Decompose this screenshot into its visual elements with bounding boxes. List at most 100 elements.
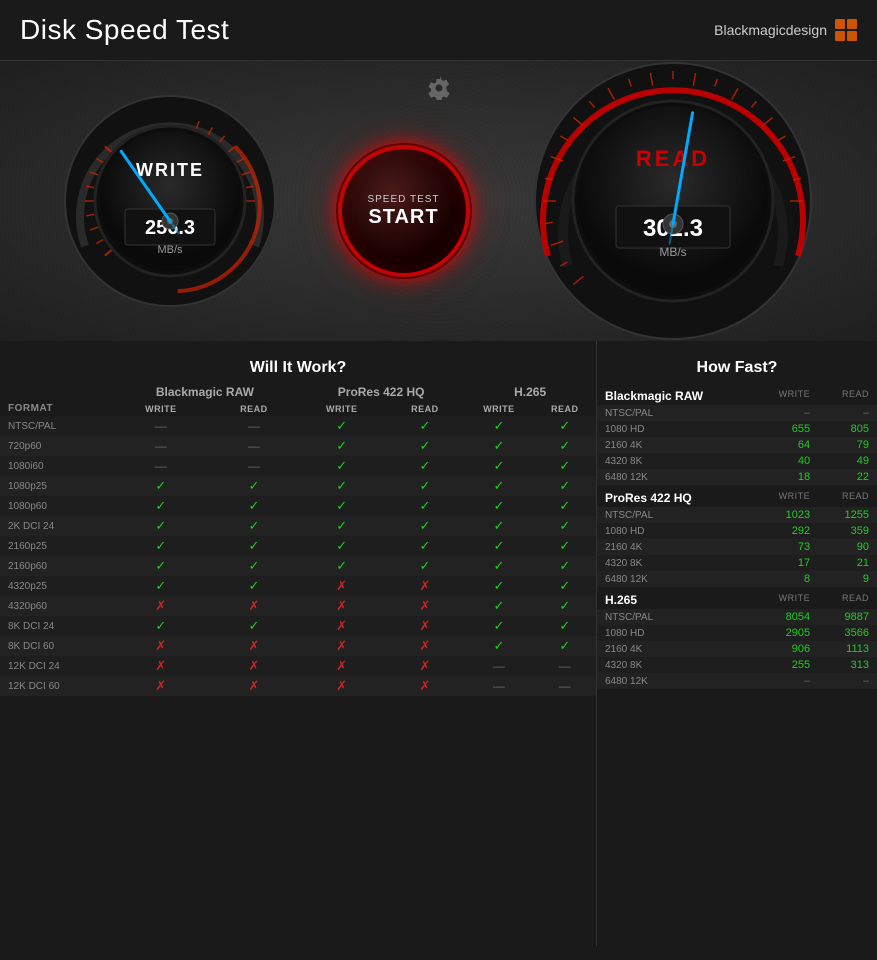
table-row: 2160p60✓✓✓✓✓✓: [0, 556, 596, 576]
app-header: Disk Speed Test Blackmagicdesign: [0, 0, 877, 61]
compat-cell: ✓: [386, 456, 465, 476]
compat-cell: ✓: [386, 556, 465, 576]
speed-write-cell: –: [753, 673, 818, 689]
compat-cell: ✓: [464, 516, 533, 536]
format-cell: 8K DCI 60: [0, 636, 112, 656]
speed-write-cell: 8: [753, 571, 818, 587]
speed-read-cell: –: [818, 405, 877, 421]
speed-group-label: Blackmagic RAW: [597, 383, 753, 405]
compat-cell: ✓: [534, 616, 596, 636]
format-cell: 720p60: [0, 436, 112, 456]
check-icon: ✓: [559, 638, 570, 653]
compat-cell: ✓: [298, 416, 386, 436]
cross-icon: ✗: [248, 638, 259, 653]
check-icon: ✓: [559, 418, 570, 433]
read-gauge: READ 302.3 MB/s: [528, 56, 818, 346]
compat-cell: ✓: [298, 556, 386, 576]
check-icon: ✓: [155, 558, 166, 573]
compat-cell: ✓: [112, 476, 210, 496]
check-icon: ✓: [493, 498, 504, 513]
compat-cell: ✓: [464, 456, 533, 476]
settings-icon[interactable]: [427, 76, 451, 106]
check-icon: ✓: [559, 598, 570, 613]
check-icon: ✓: [248, 578, 259, 593]
prores-write-header: WRITE: [298, 401, 386, 416]
brand-square-tr: [847, 19, 857, 29]
check-icon: ✓: [155, 518, 166, 533]
compat-cell: ✓: [210, 516, 298, 536]
check-icon: ✓: [336, 478, 347, 493]
compat-cell: —: [210, 436, 298, 456]
speed-test-label-line2: START: [368, 206, 438, 229]
speed-data-row: NTSC/PAL10231255: [597, 507, 877, 523]
table-row: 4320p25✓✓✗✗✓✓: [0, 576, 596, 596]
compat-cell: —: [534, 656, 596, 676]
speed-data-row: 6480 12K––: [597, 673, 877, 689]
speed-write-cell: 40: [753, 453, 818, 469]
compat-cell: ✓: [464, 536, 533, 556]
check-icon: ✓: [248, 538, 259, 553]
table-row: 720p60——✓✓✓✓: [0, 436, 596, 456]
h265-write-header: WRITE: [464, 401, 533, 416]
how-fast-title: How Fast?: [597, 351, 877, 383]
read-gauge-svg: READ 302.3 MB/s: [528, 56, 818, 346]
compat-cell: ✓: [534, 436, 596, 456]
check-icon: ✓: [493, 478, 504, 493]
check-icon: ✓: [336, 418, 347, 433]
check-icon: ✓: [493, 578, 504, 593]
cross-icon: ✗: [336, 638, 347, 653]
dash-icon: —: [248, 419, 260, 433]
compat-cell: ✓: [534, 596, 596, 616]
speed-read-header: READ: [818, 485, 877, 507]
check-icon: ✓: [493, 598, 504, 613]
compat-cell: ✓: [534, 556, 596, 576]
speed-format-cell: 2160 4K: [597, 641, 753, 657]
compat-cell: ✗: [112, 596, 210, 616]
compat-cell: ✓: [112, 496, 210, 516]
compat-cell: —: [464, 656, 533, 676]
speed-write-cell: –: [753, 405, 818, 421]
compat-cell: ✓: [386, 416, 465, 436]
speed-test-start-button[interactable]: SPEED TEST START: [339, 146, 469, 276]
compat-cell: ✓: [534, 516, 596, 536]
cross-icon: ✗: [155, 658, 166, 673]
compat-cell: ✓: [210, 496, 298, 516]
speed-read-cell: –: [818, 673, 877, 689]
speed-read-header: READ: [818, 587, 877, 609]
cross-icon: ✗: [419, 598, 430, 613]
check-icon: ✓: [559, 438, 570, 453]
write-gauge: WRITE 256.3 MB/s: [60, 91, 280, 311]
data-section: Will It Work? Blackmagic RAW ProRes 422 …: [0, 341, 877, 946]
dash-icon: —: [493, 679, 505, 693]
compat-cell: ✓: [112, 536, 210, 556]
compat-cell: ✓: [210, 476, 298, 496]
dash-icon: —: [155, 439, 167, 453]
speed-data-row: 2160 4K9061113: [597, 641, 877, 657]
compat-cell: —: [210, 456, 298, 476]
format-cell: 2K DCI 24: [0, 516, 112, 536]
brand-square-br: [847, 31, 857, 41]
check-icon: ✓: [493, 418, 504, 433]
prores-header: ProRes 422 HQ: [298, 383, 464, 401]
brand-name: Blackmagicdesign: [714, 22, 827, 38]
speed-format-cell: 6480 12K: [597, 469, 753, 485]
check-icon: ✓: [559, 518, 570, 533]
compat-cell: —: [534, 676, 596, 696]
speed-data-row: 1080 HD29053566: [597, 625, 877, 641]
speed-write-cell: 73: [753, 539, 818, 555]
compat-table-body: NTSC/PAL——✓✓✓✓720p60——✓✓✓✓1080i60——✓✓✓✓1…: [0, 416, 596, 696]
check-icon: ✓: [336, 438, 347, 453]
compat-cell: ✓: [386, 516, 465, 536]
cross-icon: ✗: [336, 618, 347, 633]
will-it-work-panel: Will It Work? Blackmagic RAW ProRes 422 …: [0, 341, 597, 946]
speed-format-cell: 4320 8K: [597, 453, 753, 469]
format-cell: 12K DCI 60: [0, 676, 112, 696]
svg-text:WRITE: WRITE: [136, 160, 204, 180]
compat-cell: ✓: [210, 556, 298, 576]
compat-cell: ✓: [464, 416, 533, 436]
check-icon: ✓: [559, 558, 570, 573]
brand-square-bl: [835, 31, 845, 41]
check-icon: ✓: [493, 458, 504, 473]
compat-cell: ✗: [210, 636, 298, 656]
check-icon: ✓: [336, 498, 347, 513]
